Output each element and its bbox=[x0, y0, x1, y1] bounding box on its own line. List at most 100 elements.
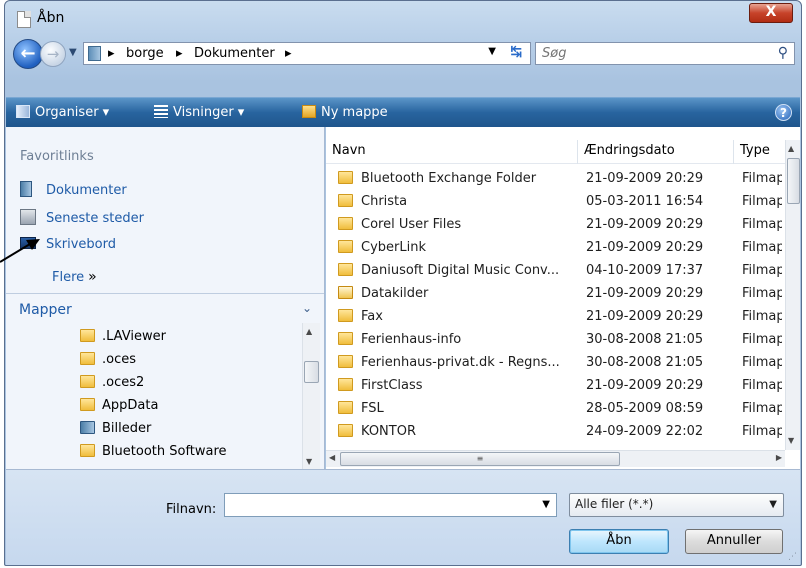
views-button[interactable]: Visninger ▾ bbox=[154, 105, 244, 120]
file-type-value: Alle filer (*.*) bbox=[575, 497, 654, 511]
file-row[interactable]: Ferienhaus-info30-08-2008 21:05Filmappe bbox=[326, 329, 786, 353]
file-row[interactable]: Daniusoft Digital Music Conv... 04-10-200… bbox=[326, 260, 786, 284]
file-row[interactable]: FSL28-05-2009 08:59Filmappe bbox=[326, 398, 786, 422]
file-row[interactable]: FirstClass21-09-2009 20:29Filmappe bbox=[326, 375, 786, 399]
navigation-pane: Favoritlinks Dokumenter Seneste steder S… bbox=[6, 127, 325, 469]
close-button[interactable]: X bbox=[749, 3, 793, 23]
cancel-button[interactable]: Annuller bbox=[685, 529, 783, 554]
tree-item-oces2[interactable]: .oces2 bbox=[80, 375, 144, 395]
folders-header: Mapper bbox=[19, 302, 72, 318]
dialog-footer: Filnavn: ▼ Alle filer (*.*) ▼ Åbn Annull… bbox=[6, 469, 800, 565]
scrollbar-thumb[interactable] bbox=[787, 158, 800, 204]
favorites-header: Favoritlinks bbox=[20, 149, 94, 164]
folder-icon bbox=[338, 401, 353, 414]
file-list-vertical-scrollbar[interactable]: ▲ ▼ bbox=[785, 140, 800, 450]
breadcrumb-separator-icon[interactable]: ▸ bbox=[176, 46, 183, 61]
folder-icon bbox=[338, 378, 353, 391]
file-row[interactable]: Ferienhaus-privat.dk - Regns... 30-08-200… bbox=[326, 352, 786, 376]
open-button[interactable]: Åbn bbox=[569, 529, 669, 554]
folder-icon bbox=[338, 194, 353, 207]
column-header-type[interactable]: Type bbox=[734, 140, 786, 164]
data-sources-icon bbox=[338, 286, 353, 299]
more-chevron-icon: » bbox=[88, 269, 97, 285]
column-header-date[interactable]: Ændringsdato bbox=[578, 140, 734, 164]
folder-icon bbox=[80, 398, 95, 411]
scroll-right-icon[interactable]: ▶ bbox=[776, 453, 782, 462]
folders-header-bar[interactable]: Mapper ⌄ bbox=[6, 293, 324, 323]
new-folder-button[interactable]: Ny mappe bbox=[302, 105, 388, 120]
tree-item-oces[interactable]: .oces bbox=[80, 352, 136, 372]
search-box[interactable]: ⚲ bbox=[535, 42, 795, 65]
refresh-icon[interactable]: ↹ bbox=[510, 44, 522, 60]
chevron-down-icon: ⌄ bbox=[301, 301, 312, 315]
search-input[interactable] bbox=[536, 43, 756, 64]
file-list-horizontal-scrollbar[interactable]: ◀ ≡ ▶ bbox=[326, 450, 785, 467]
annotation-arrow bbox=[0, 239, 40, 263]
breadcrumb-dokumenter[interactable]: Dokumenter bbox=[194, 46, 275, 61]
navigation-bar: ← → ▼ ▸ borge ▸ Dokumenter ▸ ▼ ↹ ⚲ bbox=[5, 35, 801, 73]
open-dialog: Åbn X ← → ▼ ▸ borge ▸ Dokumenter ▸ ▼ ↹ ⚲… bbox=[4, 0, 802, 566]
back-button[interactable]: ← bbox=[13, 39, 43, 69]
folder-icon bbox=[338, 355, 353, 368]
scroll-down-icon[interactable]: ▼ bbox=[788, 436, 794, 445]
organize-button[interactable]: Organiser ▾ bbox=[16, 105, 109, 120]
scroll-up-icon[interactable]: ▲ bbox=[788, 144, 794, 153]
file-row[interactable]: Christa05-03-2011 16:54Filmappe bbox=[326, 191, 786, 215]
file-row[interactable]: Corel User Files21-09-2009 20:29Filmappe bbox=[326, 214, 786, 238]
address-dropdown-icon[interactable]: ▼ bbox=[488, 46, 496, 57]
favorite-recent-places[interactable]: Seneste steder bbox=[20, 209, 144, 226]
file-row[interactable]: Bluetooth Exchange Folder 21-09-2009 20:2… bbox=[326, 168, 786, 192]
tree-item-appdata[interactable]: AppData bbox=[80, 398, 158, 418]
favorite-documents[interactable]: Dokumenter bbox=[20, 181, 127, 198]
pictures-icon bbox=[80, 421, 95, 434]
help-icon[interactable]: ? bbox=[775, 104, 792, 121]
forward-button[interactable]: → bbox=[40, 41, 66, 67]
file-row[interactable]: KONTOR24-09-2009 22:02Filmappe bbox=[326, 421, 786, 443]
tree-item-laviewer[interactable]: .LAViewer bbox=[80, 329, 166, 349]
chevron-down-icon: ▼ bbox=[769, 499, 777, 510]
document-icon bbox=[17, 11, 31, 28]
folder-icon bbox=[80, 329, 95, 342]
file-row[interactable]: Datakilder21-09-2009 20:29Filmappe bbox=[326, 283, 786, 307]
resize-grip-icon[interactable]: ⋰ bbox=[788, 552, 797, 562]
tree-item-billeder[interactable]: Billeder bbox=[80, 421, 151, 441]
organize-icon bbox=[16, 105, 30, 118]
title-bar: Åbn X bbox=[5, 1, 801, 35]
folder-icon bbox=[338, 332, 353, 345]
scrollbar-thumb[interactable]: ≡ bbox=[340, 452, 620, 466]
window-title: Åbn bbox=[37, 10, 65, 26]
file-type-select[interactable]: Alle filer (*.*) ▼ bbox=[569, 493, 784, 517]
folder-icon bbox=[338, 309, 353, 322]
filename-label: Filnavn: bbox=[166, 502, 217, 517]
filename-combobox[interactable]: ▼ bbox=[224, 493, 557, 517]
folder-icon bbox=[80, 375, 95, 388]
recent-pages-dropdown-icon[interactable]: ▼ bbox=[69, 47, 77, 58]
documents-icon bbox=[20, 181, 32, 197]
file-row[interactable]: CyberLink21-09-2009 20:29Filmappe bbox=[326, 237, 786, 261]
scroll-down-icon[interactable]: ▼ bbox=[306, 457, 312, 466]
address-bar[interactable]: ▸ borge ▸ Dokumenter ▸ ▼ ↹ bbox=[83, 42, 531, 65]
column-header-name[interactable]: Navn bbox=[326, 140, 578, 164]
folder-icon bbox=[80, 444, 95, 457]
search-icon[interactable]: ⚲ bbox=[778, 45, 788, 61]
filename-input[interactable] bbox=[225, 494, 525, 516]
filename-dropdown-icon[interactable]: ▼ bbox=[542, 499, 550, 510]
tree-item-bluetooth-software[interactable]: Bluetooth Software bbox=[80, 444, 227, 464]
command-toolbar: Organiser ▾ Visninger ▾ Ny mappe ? bbox=[6, 97, 800, 127]
new-folder-icon bbox=[302, 105, 316, 118]
folder-tree-scrollbar[interactable]: ▲ ▼ bbox=[302, 323, 320, 469]
folder-tree: .LAViewer .oces .oces2 AppData Billeder … bbox=[6, 323, 310, 469]
folder-icon bbox=[338, 424, 353, 437]
file-list: Navn Ændringsdato Type Bluetooth Exchang… bbox=[326, 127, 800, 469]
scrollbar-thumb[interactable] bbox=[304, 361, 319, 383]
breadcrumb-borge[interactable]: borge bbox=[126, 46, 164, 61]
folder-icon bbox=[338, 240, 353, 253]
more-favorites-link[interactable]: Flere» bbox=[52, 269, 97, 285]
folder-icon bbox=[338, 263, 353, 276]
breadcrumb-separator-icon[interactable]: ▸ bbox=[285, 46, 292, 61]
scroll-up-icon[interactable]: ▲ bbox=[306, 327, 312, 336]
folder-icon bbox=[80, 352, 95, 365]
breadcrumb-separator-icon[interactable]: ▸ bbox=[108, 46, 115, 61]
scroll-left-icon[interactable]: ◀ bbox=[329, 453, 335, 462]
file-row[interactable]: Fax21-09-2009 20:29Filmappe bbox=[326, 306, 786, 330]
